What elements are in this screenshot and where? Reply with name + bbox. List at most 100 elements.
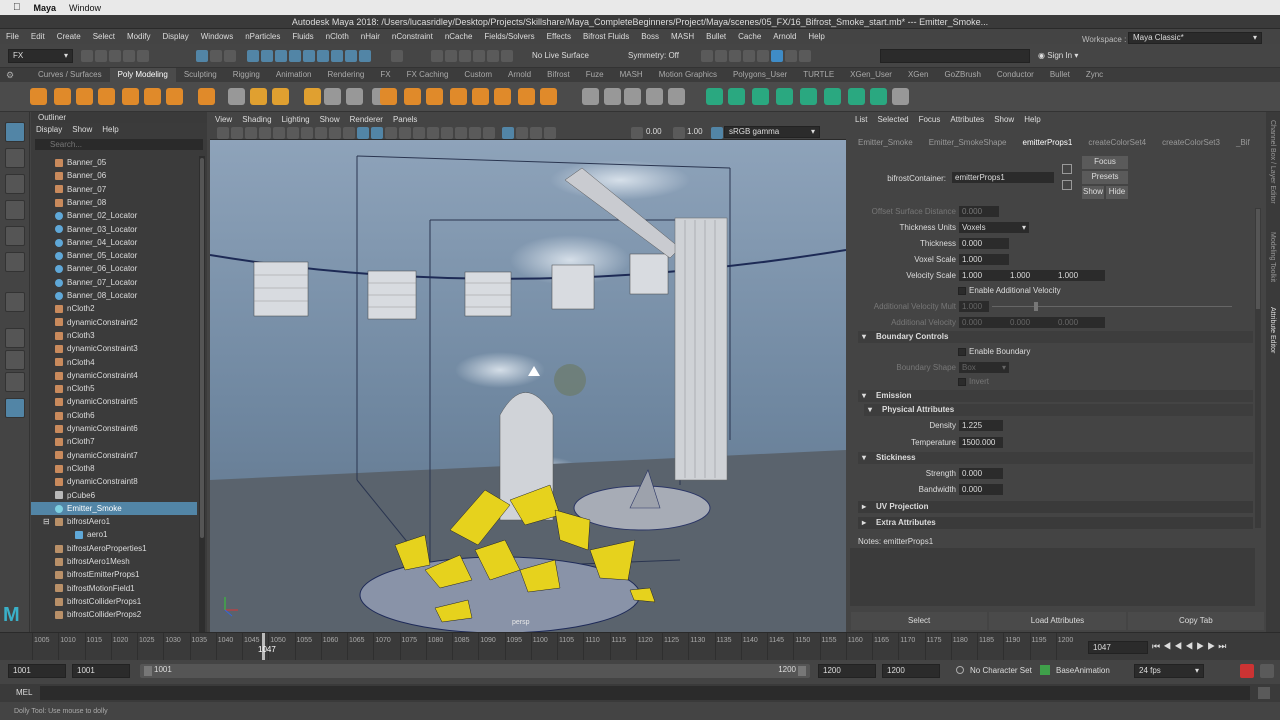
shelf-tool-icon[interactable]	[800, 88, 817, 105]
render-setup-icon[interactable]	[785, 50, 797, 62]
grease-pencil-icon[interactable]	[287, 127, 299, 139]
snap-grid-icon[interactable]	[431, 50, 443, 62]
shelf-tool-icon[interactable]	[624, 88, 641, 105]
attr-menu-focus[interactable]: Focus	[914, 115, 946, 124]
select-button[interactable]: Select	[851, 612, 988, 630]
menu-bullet[interactable]: Bullet	[700, 32, 732, 41]
shelf-tab-polygons-user[interactable]: Polygons_User	[725, 68, 795, 82]
thickness-field[interactable]: 0.000	[959, 238, 1009, 249]
menu-cache[interactable]: Cache	[732, 32, 767, 41]
add-vel-z[interactable]: 0.000	[1055, 317, 1105, 328]
shelf-tool-icon[interactable]	[30, 88, 47, 105]
select-object-icon[interactable]	[210, 50, 222, 62]
wireframe-icon[interactable]	[357, 127, 369, 139]
shelf-tool-icon[interactable]	[76, 88, 93, 105]
arnold-render-icon[interactable]	[771, 50, 783, 62]
invert-checkbox[interactable]	[958, 378, 966, 386]
menu-select[interactable]: Select	[87, 32, 121, 41]
lock-icon[interactable]	[390, 50, 404, 64]
density-field[interactable]: 1.225	[959, 420, 1003, 431]
emission-section[interactable]: ▾ Emission	[858, 390, 1253, 402]
velocity-scale-y[interactable]: 1.000	[1007, 270, 1057, 281]
mask-curve-icon[interactable]	[289, 50, 302, 62]
shelf-tool-icon[interactable]	[604, 88, 621, 105]
construction-history-icon[interactable]	[701, 50, 713, 62]
anim-start-field[interactable]: 1001	[8, 664, 66, 678]
bandwidth-field[interactable]: 0.000	[959, 484, 1003, 495]
shelf-tool-icon[interactable]	[892, 88, 909, 105]
attr-menu-help[interactable]: Help	[1019, 115, 1045, 124]
outliner-item[interactable]: bifrostEmitterProps1	[31, 568, 197, 581]
move-tool-icon[interactable]	[5, 200, 25, 220]
menuset-dropdown[interactable]: FX ▾	[8, 49, 73, 63]
shelf-tab-xgen[interactable]: XGen	[900, 68, 936, 82]
step-forward-icon[interactable]: ▶	[1207, 641, 1218, 651]
mask-all-icon[interactable]	[247, 50, 260, 62]
shelf-tool-icon[interactable]	[144, 88, 161, 105]
shelf-tab-curves-surfaces[interactable]: Curves / Surfaces	[30, 68, 110, 82]
velocity-scale-x[interactable]: 1.000	[959, 270, 1009, 281]
outliner-item[interactable]: Banner_08_Locator	[31, 289, 197, 302]
color-mgmt-icon[interactable]	[710, 127, 724, 141]
add-vel-y[interactable]: 0.000	[1007, 317, 1057, 328]
shelf-tab-fx-caching[interactable]: FX Caching	[399, 68, 457, 82]
outliner-item[interactable]: Banner_02_Locator	[31, 209, 197, 222]
attr-menu-show[interactable]: Show	[989, 115, 1019, 124]
gamma-icon[interactable]	[672, 127, 686, 141]
attr-scrollbar[interactable]	[1255, 208, 1261, 528]
outliner-item[interactable]: aero1	[31, 528, 197, 541]
outliner-item[interactable]: Banner_03_Locator	[31, 223, 197, 236]
mac-app-name[interactable]: Maya	[34, 3, 57, 13]
enable-add-vel-checkbox[interactable]	[958, 287, 966, 295]
menu-file[interactable]: File	[0, 32, 25, 41]
range-end-handle[interactable]	[798, 666, 806, 676]
image-plane-icon[interactable]	[259, 127, 271, 139]
select-component-icon[interactable]	[224, 50, 236, 62]
default-material-icon[interactable]	[385, 127, 397, 139]
xray-icon[interactable]	[516, 127, 528, 139]
shelf-tool-icon[interactable]	[472, 88, 489, 105]
notes-field[interactable]	[850, 548, 1255, 606]
temperature-field[interactable]: 1500.000	[959, 437, 1003, 448]
mask-dynamic-icon[interactable]	[331, 50, 344, 62]
menu-display[interactable]: Display	[157, 32, 195, 41]
mask-misc-icon[interactable]	[359, 50, 372, 62]
character-set-dropdown[interactable]: No Character Set	[970, 666, 1032, 675]
save-scene-icon[interactable]	[109, 50, 121, 62]
outliner-item[interactable]: Banner_07	[31, 183, 197, 196]
open-scene-icon[interactable]	[95, 50, 107, 62]
time-slider[interactable]: 1005 1010 1015 1020 1025 1030 1035 1040 1045 1050…	[0, 632, 1280, 661]
viewport-menu-lighting[interactable]: Lighting	[277, 115, 315, 124]
new-scene-icon[interactable]	[81, 50, 93, 62]
smooth-shade-icon[interactable]	[371, 127, 383, 139]
script-editor-icon[interactable]	[1258, 687, 1270, 699]
shelf-tab-xgen-user[interactable]: XGen_User	[842, 68, 900, 82]
mask-handle-icon[interactable]	[261, 50, 274, 62]
menu-nparticles[interactable]: nParticles	[239, 32, 286, 41]
fps-dropdown[interactable]: 24 fps ▾	[1134, 664, 1204, 678]
camera-icon[interactable]	[217, 127, 229, 139]
attr-tab-emitterprops1[interactable]: emitterProps1	[1015, 138, 1081, 150]
add-vel-mult-field[interactable]: 1.000	[959, 301, 989, 312]
outliner-item[interactable]: dynamicConstraint3	[31, 342, 197, 355]
shelf-tab-zync[interactable]: Zync	[1078, 68, 1111, 82]
go-to-end-icon[interactable]: ⏭	[1218, 641, 1229, 651]
load-attributes-button[interactable]: Load Attributes	[989, 612, 1126, 630]
mel-label[interactable]: MEL	[16, 688, 32, 697]
lasso-tool-icon[interactable]	[5, 148, 25, 168]
outliner-item[interactable]: dynamicConstraint5	[31, 395, 197, 408]
outliner-item[interactable]: Banner_05_Locator	[31, 249, 197, 262]
shelf-tab-poly-modeling[interactable]: Poly Modeling	[109, 68, 176, 82]
gate-mask-icon[interactable]	[343, 127, 355, 139]
outliner-item[interactable]: bifrostMotionField1	[31, 582, 197, 595]
rotate-tool-icon[interactable]	[5, 226, 25, 246]
shelf-tool-icon[interactable]	[98, 88, 115, 105]
shelf-tool-icon[interactable]	[518, 88, 535, 105]
mask-joint-icon[interactable]	[275, 50, 288, 62]
outliner-item[interactable]: Banner_06	[31, 169, 197, 182]
shelf-tab-animation[interactable]: Animation	[268, 68, 320, 82]
attr-tab-emitter-smokeshape[interactable]: Emitter_SmokeShape	[921, 138, 1015, 150]
menu-edit[interactable]: Edit	[25, 32, 51, 41]
outliner-item[interactable]: Banner_07_Locator	[31, 276, 197, 289]
enable-boundary-checkbox[interactable]	[958, 348, 966, 356]
